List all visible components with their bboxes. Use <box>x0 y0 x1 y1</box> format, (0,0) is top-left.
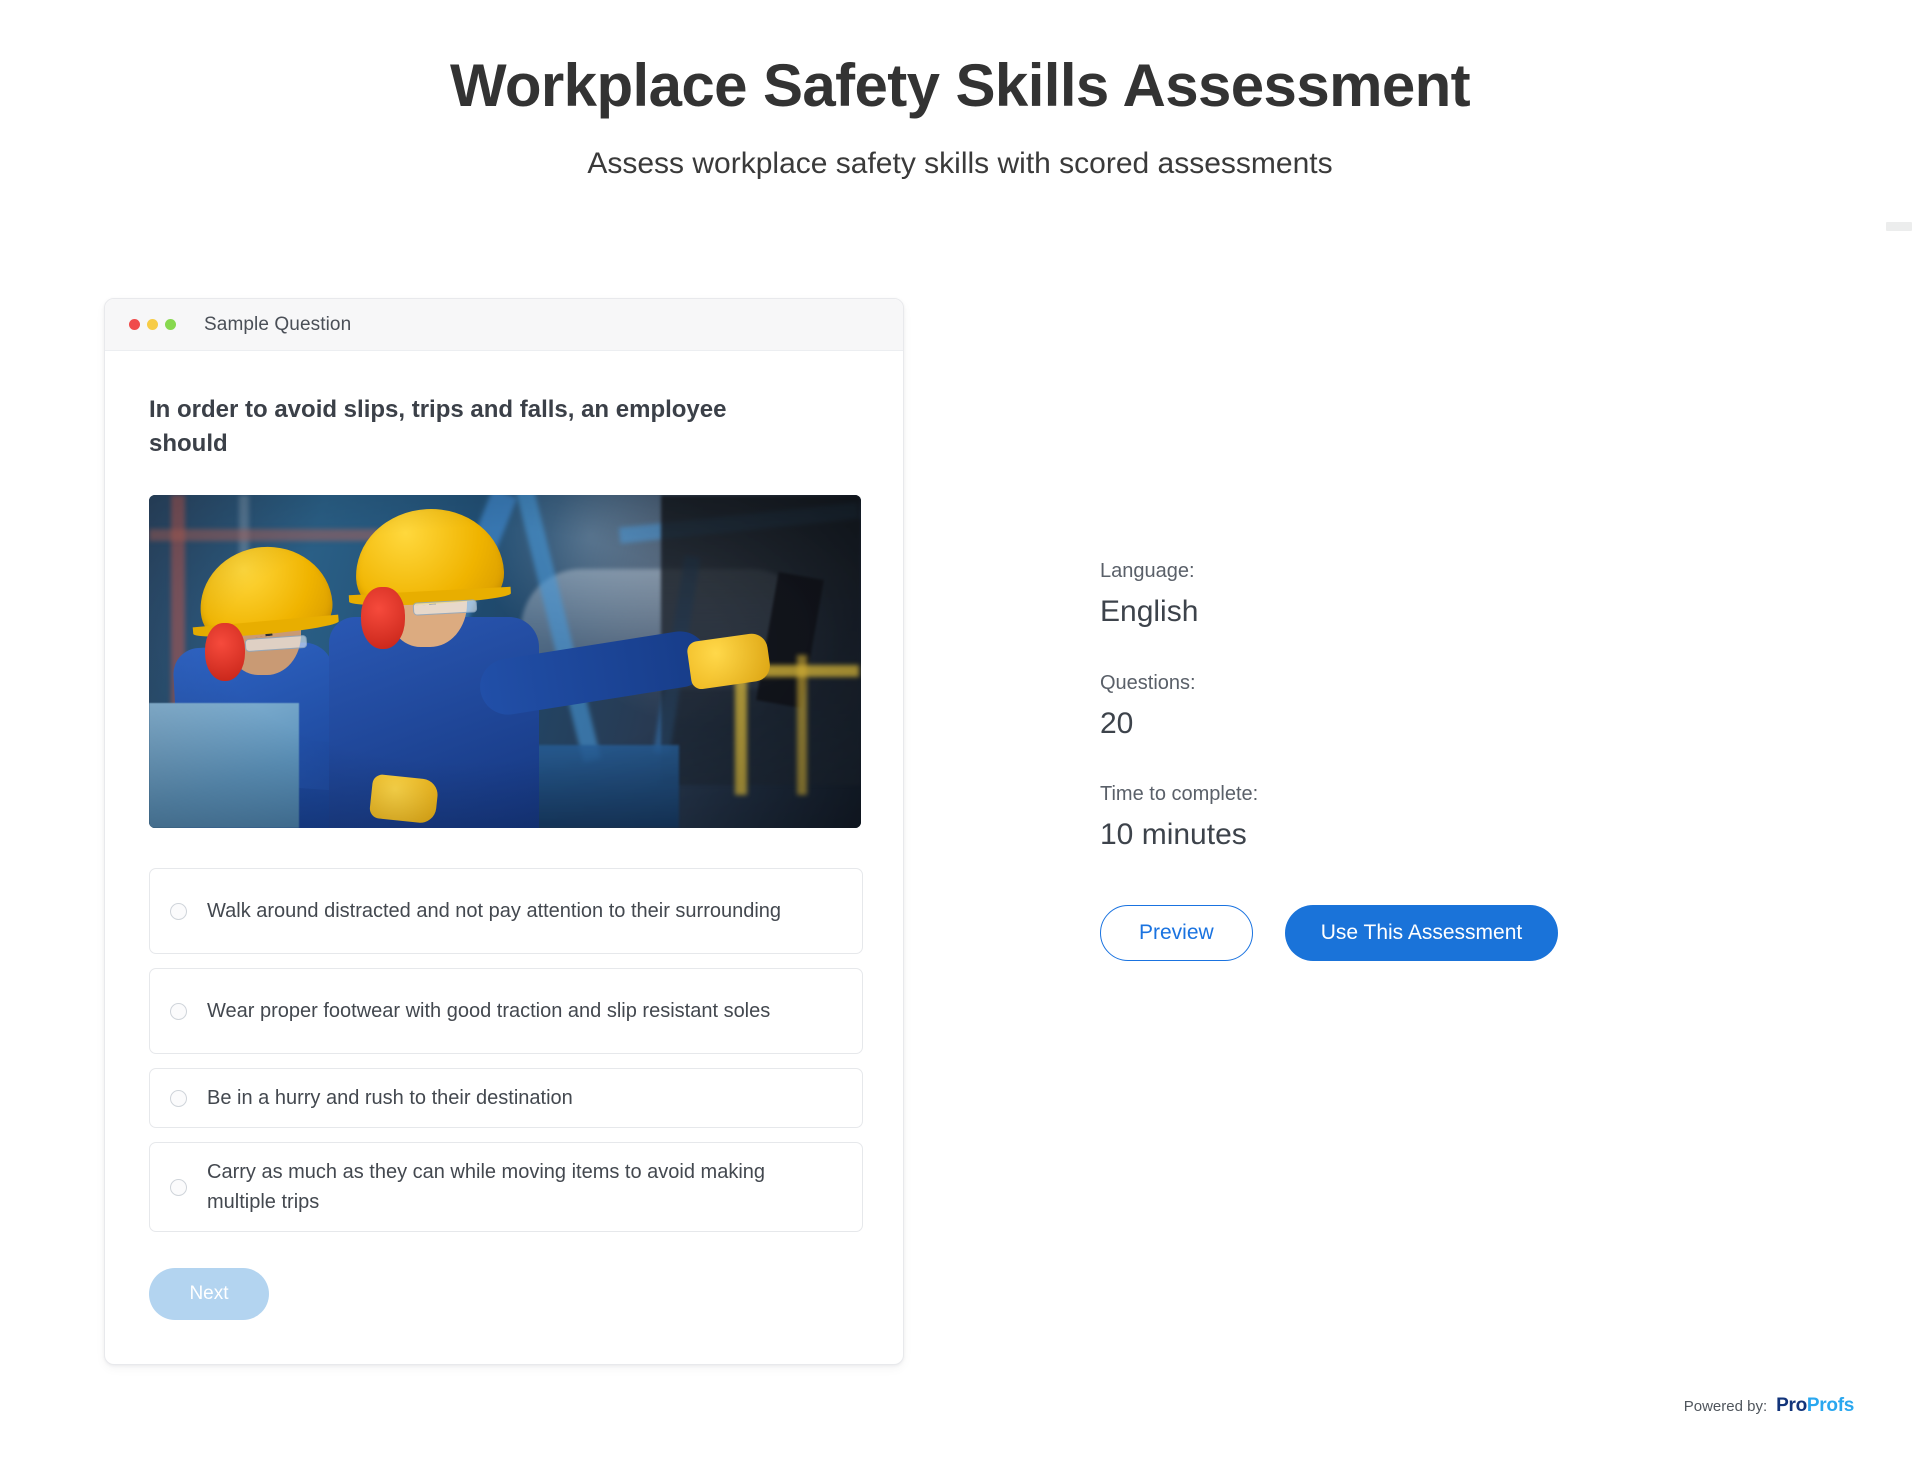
answer-option-label: Be in a hurry and rush to their destinat… <box>207 1069 573 1127</box>
answer-options: Walk around distracted and not pay atten… <box>149 868 863 1232</box>
questions-label: Questions: <box>1100 672 1720 695</box>
time-to-complete-value: 10 minutes <box>1100 818 1720 853</box>
footer-branding: Powered by: ProProfs <box>1684 1395 1854 1417</box>
preview-button[interactable]: Preview <box>1100 905 1253 961</box>
scrollbar-nub[interactable] <box>1886 222 1912 231</box>
card-titlebar: Sample Question <box>105 299 903 351</box>
radio-icon[interactable] <box>170 1003 187 1020</box>
answer-option-3[interactable]: Be in a hurry and rush to their destinat… <box>149 1068 863 1128</box>
question-image <box>149 495 861 828</box>
maximize-dot-icon[interactable] <box>165 319 176 330</box>
assessment-landing-page: Workplace Safety Skills Assessment Asses… <box>0 0 1920 1469</box>
radio-icon[interactable] <box>170 1179 187 1196</box>
page-subtitle: Assess workplace safety skills with scor… <box>0 119 1920 183</box>
card-window-title: Sample Question <box>204 314 351 336</box>
question-text: In order to avoid slips, trips and falls… <box>149 393 809 461</box>
sample-question-card: Sample Question In order to avoid slips,… <box>104 298 904 1365</box>
window-controls <box>129 319 176 330</box>
page-title: Workplace Safety Skills Assessment <box>0 0 1920 119</box>
next-button[interactable]: Next <box>149 1268 269 1320</box>
radio-icon[interactable] <box>170 1090 187 1107</box>
brand-second: Profs <box>1807 1395 1854 1416</box>
answer-option-label: Walk around distracted and not pay atten… <box>207 882 781 940</box>
proprofs-logo[interactable]: ProProfs <box>1776 1395 1854 1417</box>
questions-value: 20 <box>1100 707 1720 742</box>
brand-first: Pro <box>1776 1395 1807 1416</box>
answer-option-label: Wear proper footwear with good traction … <box>207 982 770 1040</box>
minimize-dot-icon[interactable] <box>147 319 158 330</box>
assessment-details-panel: Language: English Questions: 20 Time to … <box>1100 298 1720 961</box>
radio-icon[interactable] <box>170 903 187 920</box>
language-label: Language: <box>1100 560 1720 583</box>
main-content: Sample Question In order to avoid slips,… <box>0 298 1920 1365</box>
close-dot-icon[interactable] <box>129 319 140 330</box>
use-this-assessment-button[interactable]: Use This Assessment <box>1285 905 1559 961</box>
details-actions: Preview Use This Assessment <box>1100 905 1720 961</box>
language-value: English <box>1100 595 1720 630</box>
answer-option-2[interactable]: Wear proper footwear with good traction … <box>149 968 863 1054</box>
answer-option-label: Carry as much as they can while moving i… <box>207 1143 807 1231</box>
card-body: In order to avoid slips, trips and falls… <box>105 351 903 1364</box>
answer-option-1[interactable]: Walk around distracted and not pay atten… <box>149 868 863 954</box>
answer-option-4[interactable]: Carry as much as they can while moving i… <box>149 1142 863 1232</box>
powered-by-label: Powered by: <box>1684 1398 1767 1415</box>
time-to-complete-label: Time to complete: <box>1100 783 1720 806</box>
